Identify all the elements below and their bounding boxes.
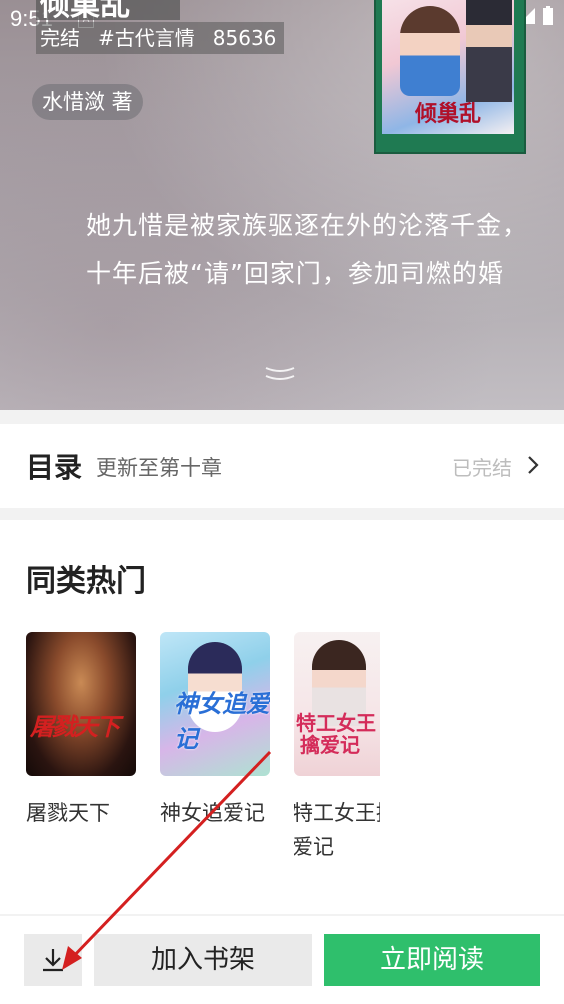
book-title: 倾巢乱 (36, 0, 180, 20)
book-word-count: 85636 (212, 26, 277, 50)
book-tag[interactable]: #古代言情 (98, 22, 195, 54)
download-button[interactable] (24, 934, 82, 986)
chevron-right-icon (528, 456, 539, 474)
book-cover-title: 倾巢乱 (414, 101, 481, 127)
book-cover[interactable]: 神女追爱记 (160, 632, 270, 776)
similar-book[interactable]: 神女追爱记 神女追爱记 (160, 632, 270, 830)
bottom-action-bar: 加入书架 立即阅读 (0, 916, 564, 1004)
similar-book-title[interactable]: 特工女王擒 爱记 (294, 796, 380, 864)
similar-book[interactable]: 屠戮天下 屠戮天下 (26, 632, 136, 830)
author-chip[interactable]: 水惜潋 著 (32, 84, 143, 120)
synopsis-line: 十年后被“请”回家门，参加司燃的婚 (86, 259, 504, 288)
add-to-shelf-button[interactable]: 加入书架 (94, 934, 312, 986)
book-status: 完结 (40, 26, 80, 50)
cover-text: 神女追爱记 (174, 689, 270, 753)
cover-text: 屠戮天下 (30, 712, 120, 741)
download-icon (43, 949, 63, 972)
cover-text: 特工女王 擒爱记 (296, 711, 376, 757)
similar-book[interactable]: 特工女王 擒爱记 特工女王擒 爱记 (294, 632, 380, 864)
similar-section: 同类热门 屠戮天下 屠戮天下 神女追爱记 神女追爱记 特工女王 擒爱记 特工女王… (0, 520, 564, 914)
similar-book-title[interactable]: 屠戮天下 (26, 796, 144, 830)
book-header: 9:51 A 倾巢乱 完结 #古代言情 85636 水惜潋 著 倾巢乱 她九惜是… (0, 0, 564, 410)
battery-icon (543, 6, 553, 25)
catalog-label: 目录 (26, 451, 83, 484)
catalog-status: 已完结 (452, 456, 512, 480)
catalog-update: 更新至第十章 (96, 456, 222, 480)
synopsis[interactable]: 她九惜是被家族驱逐在外的沦落千金， 十年后被“请”回家门，参加司燃的婚 (30, 202, 530, 298)
book-meta: 完结 #古代言情 85636 (36, 22, 285, 54)
book-cover: 倾巢乱 (374, 0, 526, 154)
book-cover[interactable]: 特工女王 擒爱记 (294, 632, 380, 776)
synopsis-line: 她九惜是被家族驱逐在外的沦落千金， (86, 211, 529, 240)
similar-heading: 同类热门 (26, 564, 146, 599)
similar-book-title[interactable]: 神女追爱记 (160, 796, 278, 830)
read-now-button[interactable]: 立即阅读 (324, 934, 540, 986)
expand-chevron-icon[interactable] (262, 362, 298, 384)
catalog-row[interactable]: 目录 更新至第十章 已完结 (0, 424, 564, 508)
book-cover[interactable]: 屠戮天下 (26, 632, 136, 776)
